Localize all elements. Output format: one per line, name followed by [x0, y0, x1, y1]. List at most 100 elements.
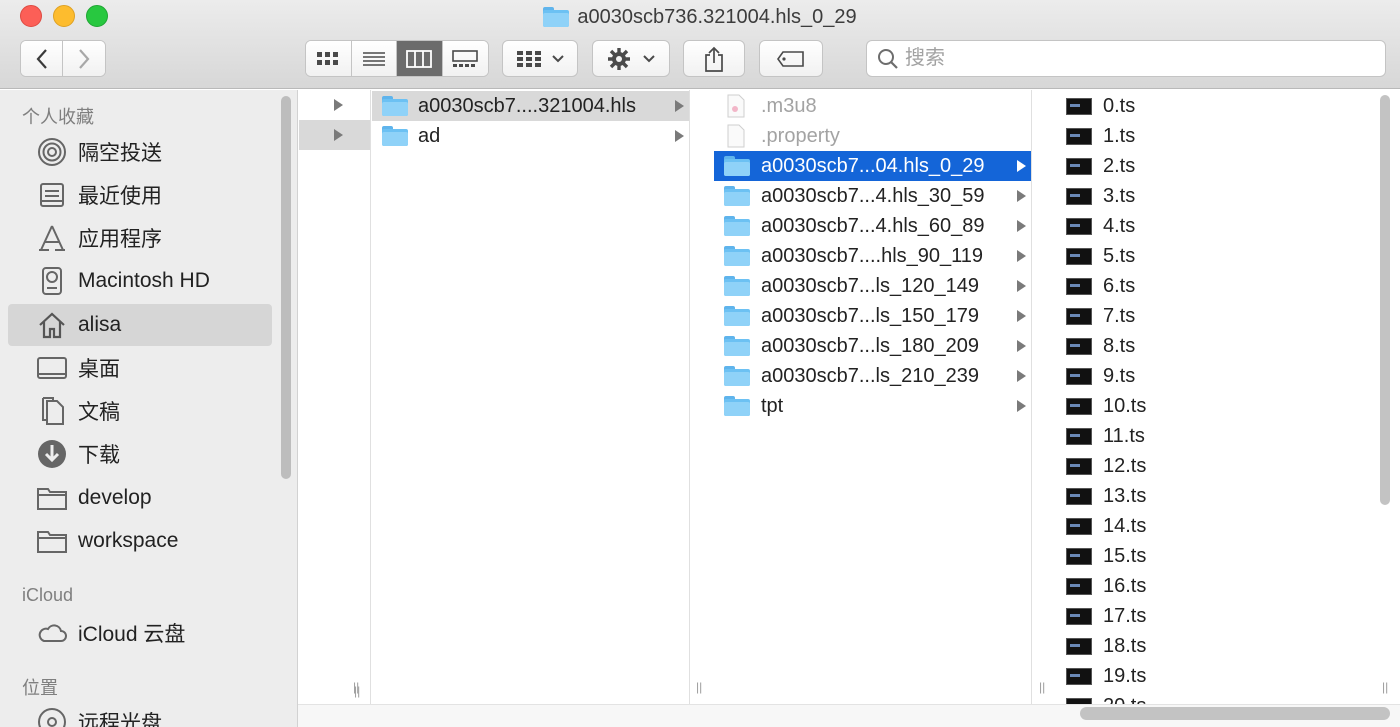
list-item[interactable]: .property [714, 121, 1031, 151]
back-button[interactable] [21, 41, 64, 76]
list-item[interactable]: 17.ts [1056, 601, 1374, 631]
list-item[interactable]: 11.ts [1056, 421, 1374, 451]
list-item[interactable]: .m3u8 [714, 91, 1031, 121]
list-item[interactable]: a0030scb7...4.hls_30_59 [714, 181, 1031, 211]
sidebar-item-alisa[interactable]: alisa [8, 304, 272, 346]
list-item[interactable]: 9.ts [1056, 361, 1374, 391]
list-item[interactable]: 4.ts [1056, 211, 1374, 241]
list-item[interactable]: a0030scb7...4.hls_60_89 [714, 211, 1031, 241]
list-item[interactable]: 7.ts [1056, 301, 1374, 331]
edit-tags-button[interactable] [759, 40, 823, 77]
sidebar-item-remote-disc[interactable]: 远程光盘 [8, 701, 272, 727]
sidebar-item-applications[interactable]: 应用程序 [8, 217, 272, 259]
list-view-button[interactable] [351, 41, 397, 76]
item-name: a0030scb7...04.hls_0_29 [761, 154, 985, 177]
hard-drive-icon [34, 266, 70, 296]
sidebar-item-label: develop [78, 486, 152, 509]
item-name: a0030scb7....321004.hls [418, 94, 636, 117]
list-item[interactable]: 15.ts [1056, 541, 1374, 571]
tag-icon [777, 50, 804, 67]
window-title-bar: a0030scb736.321004.hls_0_29 [0, 5, 1400, 29]
sidebar-item-label: alisa [78, 313, 122, 336]
browser-column-3: .m3u8 .property a0030scb7...04.hls_0_29 … [714, 90, 1032, 704]
folder-icon [724, 246, 750, 266]
list-item[interactable]: 16.ts [1056, 571, 1374, 601]
sidebar-item-label: 最近使用 [78, 185, 162, 208]
horizontal-scrollbar[interactable] [1080, 707, 1390, 720]
sidebar-item-label: 文稿 [78, 401, 120, 424]
list-item[interactable]: a0030scb7...ls_150_179 [714, 301, 1031, 331]
sidebar-item-icloud-drive[interactable]: iCloud 云盘 [8, 612, 272, 654]
disc-icon [34, 707, 70, 727]
sidebar-scrollbar[interactable] [281, 96, 291, 479]
list-item[interactable]: tpt [714, 391, 1031, 421]
icon-view-icon [317, 51, 339, 65]
disclosure-arrow-icon [1017, 190, 1026, 202]
list-item[interactable]: 20.ts [1056, 691, 1374, 704]
list-item[interactable]: 10.ts [1056, 391, 1374, 421]
disclosure-arrow-icon [1017, 220, 1026, 232]
sidebar-item-develop[interactable]: develop [8, 477, 272, 519]
list-item[interactable]: 6.ts [1056, 271, 1374, 301]
list-item[interactable]: 18.ts [1056, 631, 1374, 661]
window-title: a0030scb736.321004.hls_0_29 [577, 5, 857, 28]
item-name: a0030scb7...ls_150_179 [761, 304, 979, 327]
sidebar-heading-locations: 位置 [22, 678, 58, 698]
search-icon [878, 48, 898, 69]
list-item[interactable]: 14.ts [1056, 511, 1374, 541]
sidebar-item-documents[interactable]: 文稿 [8, 390, 272, 432]
list-item[interactable] [299, 90, 370, 120]
cloud-icon [34, 618, 70, 648]
list-item[interactable]: 8.ts [1056, 331, 1374, 361]
disclosure-arrow-icon [1017, 340, 1026, 352]
share-button[interactable] [683, 40, 745, 77]
list-item[interactable]: ad [372, 121, 689, 151]
action-menu-button[interactable] [592, 40, 670, 77]
search-field[interactable] [866, 40, 1386, 77]
video-thumbnail-icon [1066, 127, 1092, 145]
disclosure-arrow-icon [334, 99, 343, 111]
search-input[interactable] [905, 47, 1345, 70]
sidebar-item-recents[interactable]: 最近使用 [8, 174, 272, 216]
sidebar-item-desktop[interactable]: 桌面 [8, 347, 272, 389]
list-item[interactable]: 2.ts [1056, 151, 1374, 181]
file-icon [727, 124, 745, 148]
list-item[interactable]: 19.ts [1056, 661, 1374, 691]
item-name: 20.ts [1103, 695, 1146, 705]
disclosure-arrow-icon [675, 100, 684, 112]
list-item[interactable]: 12.ts [1056, 451, 1374, 481]
column-view-button[interactable] [397, 41, 443, 76]
list-item[interactable]: a0030scb7....321004.hls [372, 91, 689, 121]
sidebar-item-label: 应用程序 [78, 228, 162, 251]
sidebar-item-macintosh-hd[interactable]: Macintosh HD [8, 260, 272, 302]
list-item[interactable]: a0030scb7...04.hls_0_29 [714, 151, 1031, 181]
navigation-buttons [20, 40, 106, 77]
item-name: a0030scb7...ls_210_239 [761, 364, 979, 387]
list-item[interactable]: 1.ts [1056, 121, 1374, 151]
window-toolbar: a0030scb736.321004.hls_0_29 [0, 0, 1400, 89]
sidebar-item-workspace[interactable]: workspace [8, 520, 272, 562]
sidebar-item-downloads[interactable]: 下载 [8, 433, 272, 475]
forward-button[interactable] [63, 41, 105, 76]
list-item[interactable]: 5.ts [1056, 241, 1374, 271]
gallery-view-icon [452, 49, 479, 67]
list-view-icon [362, 51, 385, 66]
list-item[interactable]: a0030scb7...ls_210_239 [714, 361, 1031, 391]
list-item[interactable] [299, 120, 370, 150]
icon-view-button[interactable] [306, 41, 352, 76]
list-item[interactable]: 13.ts [1056, 481, 1374, 511]
item-name: 3.ts [1103, 184, 1136, 207]
list-item[interactable]: 0.ts [1056, 91, 1374, 121]
list-item[interactable]: a0030scb7....hls_90_119 [714, 241, 1031, 271]
group-by-button[interactable] [502, 40, 578, 77]
sidebar-item-airdrop[interactable]: 隔空投送 [8, 131, 272, 173]
gallery-view-button[interactable] [442, 41, 488, 76]
airdrop-icon [34, 137, 70, 167]
video-thumbnail-icon [1066, 187, 1092, 205]
list-item[interactable]: a0030scb7...ls_120_149 [714, 271, 1031, 301]
list-item[interactable]: 3.ts [1056, 181, 1374, 211]
item-name: 16.ts [1103, 574, 1147, 597]
list-item[interactable]: a0030scb7...ls_180_209 [714, 331, 1031, 361]
vertical-scrollbar[interactable] [1380, 95, 1390, 505]
video-thumbnail-icon [1066, 397, 1092, 415]
